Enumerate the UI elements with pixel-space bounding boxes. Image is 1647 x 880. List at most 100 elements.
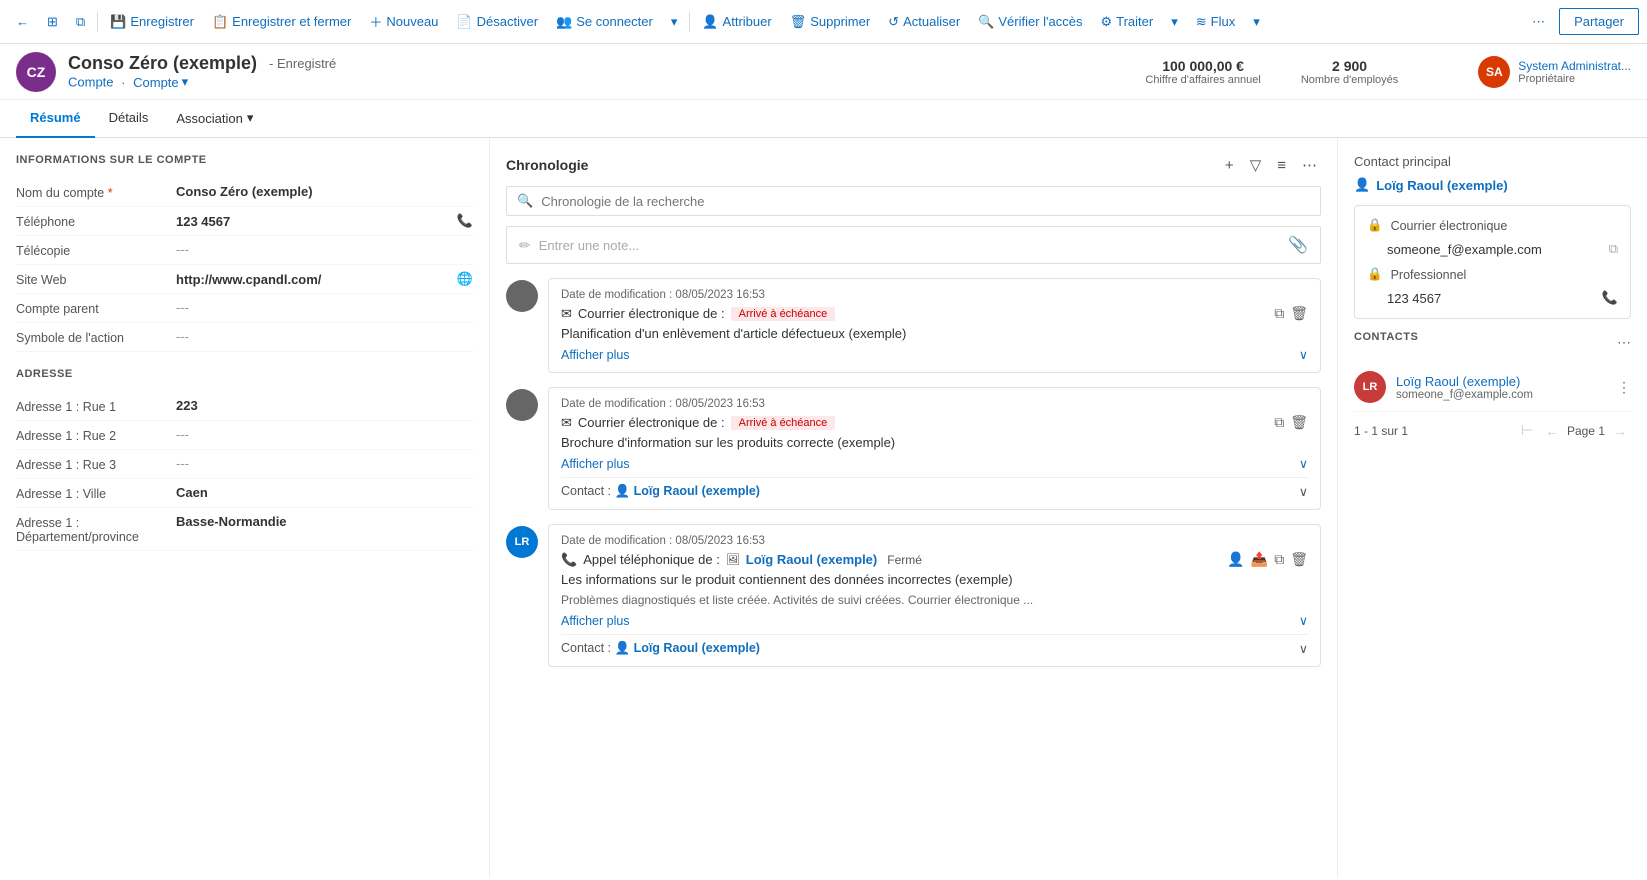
attach-icon[interactable]: 📎	[1288, 235, 1308, 255]
field-account-name-value[interactable]: Conso Zéro (exemple)	[176, 184, 473, 199]
entry-2-desc: Brochure d'information sur les produits …	[561, 435, 1308, 450]
entry-2-contact-link[interactable]: Loïg Raoul (exemple)	[634, 484, 760, 498]
field-parent-account-label: Compte parent	[16, 300, 176, 316]
connect-dropdown-button[interactable]: ▾	[663, 10, 686, 34]
verify-icon: 🔍	[978, 14, 994, 30]
deactivate-icon: 📄	[456, 14, 472, 30]
phone-lock-icon: 🔒	[1367, 267, 1383, 282]
timeline-more-button[interactable]: ⋯	[1298, 154, 1321, 176]
tab-details[interactable]: Détails	[95, 100, 163, 138]
more-button[interactable]: ⋯	[1524, 10, 1553, 34]
main-layout: INFORMATIONS SUR LE COMPTE Nom du compte…	[0, 138, 1647, 878]
entry-1-delete-button[interactable]: 🗑	[1290, 305, 1308, 322]
contact-principal-link[interactable]: 👤 Loïg Raoul (exemple)	[1354, 177, 1631, 193]
assign-button[interactable]: 👤 Attribuer	[694, 10, 779, 34]
connect-button[interactable]: 👥 Se connecter	[548, 10, 661, 34]
note-icon: ✏	[519, 237, 531, 254]
save-close-icon: 📋	[212, 14, 228, 30]
contact-item-info: Loïg Raoul (exemple) someone_f@example.c…	[1396, 374, 1607, 401]
new-button[interactable]: ＋ Nouveau	[361, 8, 446, 35]
field-street2-value[interactable]: ---	[176, 427, 473, 442]
pagination-first-button[interactable]: ⊢	[1517, 420, 1537, 441]
timeline-search-input[interactable]	[541, 194, 1310, 209]
contact-item-name[interactable]: Loïg Raoul (exemple)	[1396, 374, 1607, 389]
entry-1-copy-button[interactable]: ⧉	[1274, 305, 1284, 322]
entry-1-more[interactable]: Afficher plus ∨	[561, 347, 1308, 362]
deactivate-button[interactable]: 📄 Désactiver	[448, 10, 546, 34]
contact-item-more-button[interactable]: ⋮	[1617, 379, 1631, 396]
field-city: Adresse 1 : Ville Caen	[16, 479, 473, 508]
field-stock-symbol-value[interactable]: ---	[176, 329, 473, 344]
entry-3-desc2: Problèmes diagnostiqués et liste créée. …	[561, 593, 1308, 607]
save-close-button[interactable]: 📋 Enregistrer et fermer	[204, 10, 359, 34]
grid-button[interactable]: ⊞	[39, 10, 66, 34]
entry-3-delete-button[interactable]: 🗑	[1290, 551, 1308, 568]
field-street3: Adresse 1 : Rue 3 ---	[16, 450, 473, 479]
verify-button[interactable]: 🔍 Vérifier l'accès	[970, 10, 1090, 34]
entry-2-type-label: Courrier électronique de :	[578, 415, 725, 430]
field-account-name-label: Nom du compte *	[16, 184, 176, 200]
field-website: Site Web http://www.cpandl.com/ 🌐	[16, 265, 473, 294]
entry-3-card: Date de modification : 08/05/2023 16:53 …	[548, 524, 1321, 667]
entry-3-contact-link[interactable]: Loïg Raoul (exemple)	[634, 641, 760, 655]
process-dropdown-button[interactable]: ▾	[1163, 10, 1186, 34]
field-state: Adresse 1 :Département/province Basse-No…	[16, 508, 473, 551]
kpi-employees-value: 2 900	[1301, 58, 1398, 74]
entry-3-person-link[interactable]: Loïg Raoul (exemple)	[746, 552, 877, 567]
record-status: - Enregistré	[269, 56, 336, 71]
timeline-list-button[interactable]: ≡	[1273, 155, 1290, 176]
tab-resume[interactable]: Résumé	[16, 100, 95, 138]
breadcrumb-sep: ·	[121, 75, 125, 90]
field-website-label: Site Web	[16, 271, 176, 287]
note-placeholder[interactable]: Entrer une note...	[539, 238, 639, 253]
field-city-value[interactable]: Caen	[176, 485, 473, 500]
pagination-next-button[interactable]: →	[1609, 421, 1631, 441]
entry-2-delete-button[interactable]: 🗑	[1290, 414, 1308, 431]
email-copy-icon[interactable]: ⧉	[1609, 241, 1618, 257]
toolbar: ← ⊞ ⧉ 💾 Enregistrer 📋 Enregistrer et fer…	[0, 0, 1647, 44]
timeline-add-button[interactable]: +	[1221, 155, 1238, 176]
field-state-value[interactable]: Basse-Normandie	[176, 514, 473, 529]
entry-1-avatar	[506, 280, 538, 312]
process-button[interactable]: ⚙ Traiter	[1092, 10, 1161, 34]
window-button[interactable]: ⧉	[68, 10, 93, 34]
tab-association[interactable]: Association ▾	[162, 100, 267, 138]
pagination-page: Page 1	[1567, 424, 1605, 438]
field-city-label: Adresse 1 : Ville	[16, 485, 176, 501]
entry-3-assign-button[interactable]: 👤	[1227, 551, 1244, 568]
entry-3-share-button[interactable]: 📤	[1251, 551, 1268, 568]
timeline-entry-3: LR Date de modification : 08/05/2023 16:…	[506, 524, 1321, 667]
flux-button[interactable]: ≋ Flux	[1188, 10, 1243, 34]
entry-3-more[interactable]: Afficher plus ∨	[561, 613, 1308, 628]
owner-name[interactable]: System Administrat...	[1518, 59, 1631, 73]
contacts-more-button[interactable]: ⋯	[1617, 334, 1631, 351]
entry-2-type-icon: ✉	[561, 415, 572, 431]
flux-dropdown-button[interactable]: ▾	[1245, 10, 1268, 34]
pagination-prev-button[interactable]: ←	[1541, 421, 1563, 441]
breadcrumb-link2[interactable]: Compte ▾	[133, 74, 188, 90]
timeline-filter-button[interactable]: ▽	[1246, 154, 1266, 176]
share-button[interactable]: Partager	[1559, 8, 1639, 35]
field-street3-value[interactable]: ---	[176, 456, 473, 471]
field-website-value[interactable]: http://www.cpandl.com/ 🌐	[176, 271, 473, 287]
entry-2-avatar	[506, 389, 538, 421]
refresh-button[interactable]: ↺ Actualiser	[880, 10, 968, 34]
field-street1-value[interactable]: 223	[176, 398, 473, 413]
field-phone-value[interactable]: 123 4567 📞	[176, 213, 473, 229]
entry-2-more[interactable]: Afficher plus ∨	[561, 456, 1308, 471]
phone-call-icon[interactable]: 📞	[1602, 290, 1618, 306]
back-button[interactable]: ←	[8, 10, 37, 33]
entry-3-contact: Contact : 👤 Loïg Raoul (exemple) ∨	[561, 634, 1308, 656]
delete-button[interactable]: 🗑 Supprimer	[782, 10, 878, 34]
save-button[interactable]: 💾 Enregistrer	[102, 10, 202, 34]
entry-3-copy-button[interactable]: ⧉	[1274, 551, 1284, 568]
entry-2-copy-button[interactable]: ⧉	[1274, 414, 1284, 431]
timeline-entry-2: Date de modification : 08/05/2023 16:53 …	[506, 387, 1321, 510]
process-icon: ⚙	[1100, 14, 1112, 30]
field-fax-value[interactable]: ---	[176, 242, 473, 257]
record-avatar: CZ	[16, 52, 56, 92]
field-phone-label: Téléphone	[16, 213, 176, 229]
breadcrumb-link1[interactable]: Compte	[68, 75, 114, 90]
entry-2-contact: Contact : 👤 Loïg Raoul (exemple) ∨	[561, 477, 1308, 499]
field-parent-account-value[interactable]: ---	[176, 300, 473, 315]
